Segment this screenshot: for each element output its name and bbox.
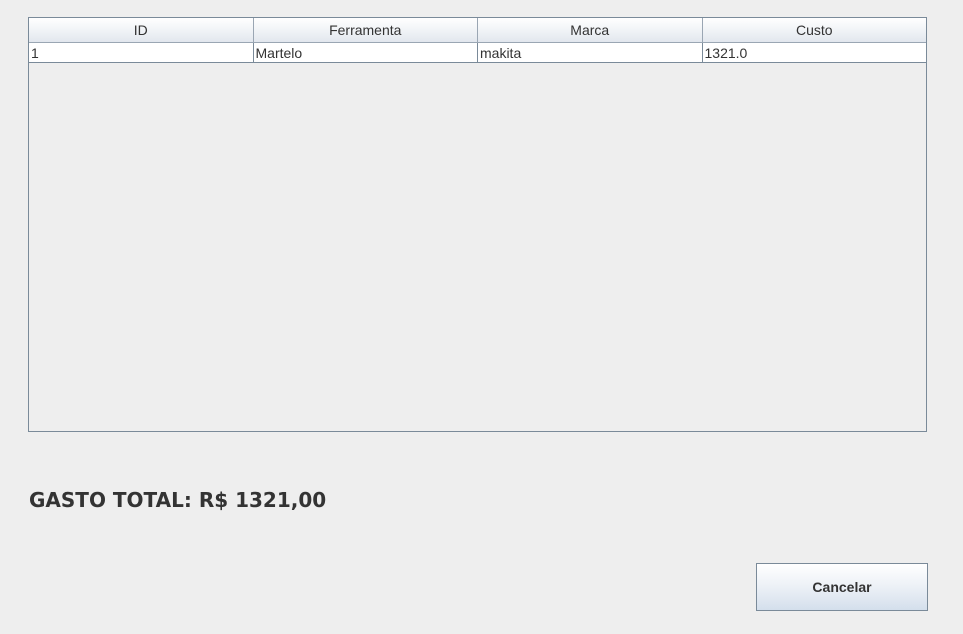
column-header-custo[interactable]: Custo bbox=[703, 18, 927, 42]
column-header-marca[interactable]: Marca bbox=[478, 18, 703, 42]
tools-table: ID Ferramenta Marca Custo 1 Martelo maki… bbox=[28, 17, 927, 432]
cell-id[interactable]: 1 bbox=[29, 43, 254, 62]
cancel-button[interactable]: Cancelar bbox=[756, 563, 928, 611]
table-body: 1 Martelo makita 1321.0 bbox=[29, 43, 926, 63]
cell-marca[interactable]: makita bbox=[478, 43, 703, 62]
cell-ferramenta[interactable]: Martelo bbox=[254, 43, 478, 62]
column-header-id[interactable]: ID bbox=[29, 18, 254, 42]
table-header: ID Ferramenta Marca Custo bbox=[29, 18, 926, 43]
total-spent-label: GASTO TOTAL: R$ 1321,00 bbox=[29, 488, 327, 512]
table-row[interactable]: 1 Martelo makita 1321.0 bbox=[29, 43, 926, 63]
cell-custo[interactable]: 1321.0 bbox=[703, 43, 927, 62]
column-header-ferramenta[interactable]: Ferramenta bbox=[254, 18, 478, 42]
